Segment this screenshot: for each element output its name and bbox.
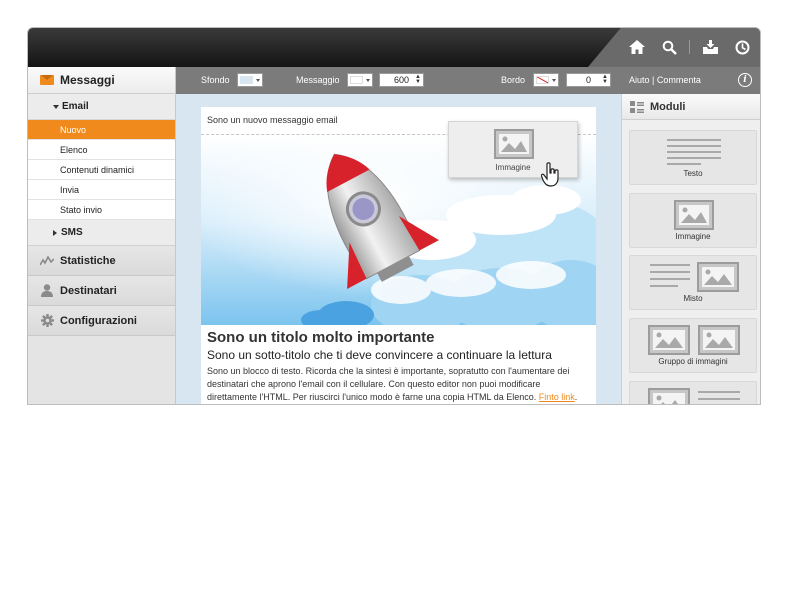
email-title[interactable]: Sono un titolo molto importante: [207, 329, 434, 346]
mixed-content-icon: [650, 262, 739, 292]
border-label: Bordo: [501, 75, 526, 85]
email-body-text[interactable]: Sono un blocco di testo. Ricorda che la …: [207, 365, 592, 404]
sidebar-section-statistiche[interactable]: Statistiche: [28, 246, 175, 276]
message-label: Messaggio: [296, 75, 340, 85]
module-card-image-text[interactable]: [629, 381, 757, 404]
sidebar-item-contenuti-dinamici[interactable]: Contenuti dinamici: [28, 160, 175, 180]
email-body-paragraph: Sono un blocco di testo. Ricorda che la …: [207, 366, 570, 402]
app-window: Messaggi Email Nuovo Elenco Contenuti di…: [27, 27, 761, 405]
sidebar-item-elenco[interactable]: Elenco: [28, 140, 175, 160]
module-card-mixed[interactable]: Misto: [629, 255, 757, 310]
sidebar-section-destinatari[interactable]: Destinatari: [28, 276, 175, 306]
sidebar: Messaggi Email Nuovo Elenco Contenuti di…: [28, 67, 176, 404]
mail-icon: [40, 75, 54, 85]
module-card-label: Gruppo di immagini: [658, 357, 728, 366]
sidebar-group-email-label: Email: [62, 101, 89, 112]
sidebar-section-label: Configurazioni: [60, 314, 137, 327]
sidebar-item-label: Nuovo: [60, 124, 87, 135]
message-width-value: 600: [393, 75, 410, 85]
sidebar-section-configurazioni[interactable]: Configurazioni: [28, 306, 175, 336]
help-comment-link[interactable]: Aiuto | Commenta: [629, 75, 701, 85]
top-bar: [28, 28, 760, 67]
modules-panel: Moduli Testo Immagine Misto Gruppo di im…: [621, 94, 760, 404]
chevron-down-icon: [366, 79, 370, 82]
top-bar-icons: [617, 36, 754, 58]
sidebar-item-label: Invia: [60, 184, 80, 195]
inbox-download-icon[interactable]: [698, 36, 722, 58]
sidebar-item-label: Stato invio: [60, 204, 103, 215]
module-card-text[interactable]: Testo: [629, 130, 757, 185]
user-icon: [40, 284, 54, 298]
module-card-image-group[interactable]: Gruppo di immagini: [629, 318, 757, 373]
module-card-label: Immagine: [675, 232, 711, 241]
sidebar-group-sms[interactable]: SMS: [28, 220, 175, 246]
email-preview: Sono un nuovo messaggio email Immagine S…: [201, 107, 596, 404]
email-intro-text[interactable]: Sono un nuovo messaggio email: [207, 115, 338, 125]
sidebar-item-stato-invio[interactable]: Stato invio: [28, 200, 175, 220]
home-icon[interactable]: [625, 36, 649, 58]
sidebar-item-label: Elenco: [60, 144, 88, 155]
stats-icon: [40, 254, 54, 268]
text-lines-icon: [667, 139, 721, 165]
image-text-icon: [648, 388, 740, 404]
sidebar-group-email[interactable]: Email: [28, 94, 175, 120]
dragging-image-module[interactable]: Immagine: [448, 121, 578, 187]
hand-cursor-icon: [541, 162, 559, 187]
editor-toolbar: Sfondo Messaggio 600 ▲ ▼ Bordo 0 ▲ ▼ Aiuto…: [176, 67, 760, 94]
sidebar-item-invia[interactable]: Invia: [28, 180, 175, 200]
info-icon[interactable]: i: [738, 73, 752, 87]
modules-header-label: Moduli: [650, 100, 686, 113]
image-group-icon: [648, 325, 740, 355]
sidebar-item-label: Contenuti dinamici: [60, 164, 135, 175]
sidebar-section-label: Statistiche: [60, 254, 116, 267]
stepper-arrows-icon[interactable]: ▲ ▼: [415, 74, 421, 85]
message-color-picker[interactable]: [347, 73, 373, 87]
clock-icon[interactable]: [730, 36, 754, 58]
border-color-picker[interactable]: [533, 73, 559, 87]
sidebar-group-sms-label: SMS: [61, 227, 83, 238]
module-card-label: Misto: [683, 294, 703, 303]
sidebar-header-label: Messaggi: [60, 73, 115, 87]
border-width-value: 0: [585, 75, 591, 85]
editor-canvas: Sono un nuovo messaggio email Immagine S…: [176, 94, 621, 404]
fake-link[interactable]: Finto link: [539, 392, 575, 402]
background-label: Sfondo: [201, 75, 230, 85]
chevron-down-icon: [552, 79, 556, 82]
sidebar-header-messages[interactable]: Messaggi: [28, 67, 175, 94]
sidebar-item-nuovo[interactable]: Nuovo: [28, 120, 175, 140]
search-icon[interactable]: [657, 36, 681, 58]
modules-icon: [630, 100, 644, 113]
background-color-picker[interactable]: [237, 73, 263, 87]
sidebar-section-label: Destinatari: [60, 284, 117, 297]
image-icon: [674, 200, 714, 230]
message-width-stepper[interactable]: 600 ▲ ▼: [379, 73, 424, 87]
chevron-down-icon: [53, 104, 59, 109]
chevron-right-icon: [53, 229, 57, 236]
modules-header: Moduli: [622, 94, 760, 120]
image-icon: [494, 129, 534, 159]
chevron-down-icon: [256, 79, 260, 82]
module-card-label: Testo: [683, 169, 703, 178]
stepper-arrows-icon[interactable]: ▲ ▼: [602, 74, 608, 85]
email-subtitle[interactable]: Sono un sotto-titolo che ti deve convinc…: [207, 348, 552, 362]
gear-icon: [40, 314, 54, 328]
border-width-stepper[interactable]: 0 ▲ ▼: [566, 73, 611, 87]
module-card-image[interactable]: Immagine: [629, 193, 757, 248]
